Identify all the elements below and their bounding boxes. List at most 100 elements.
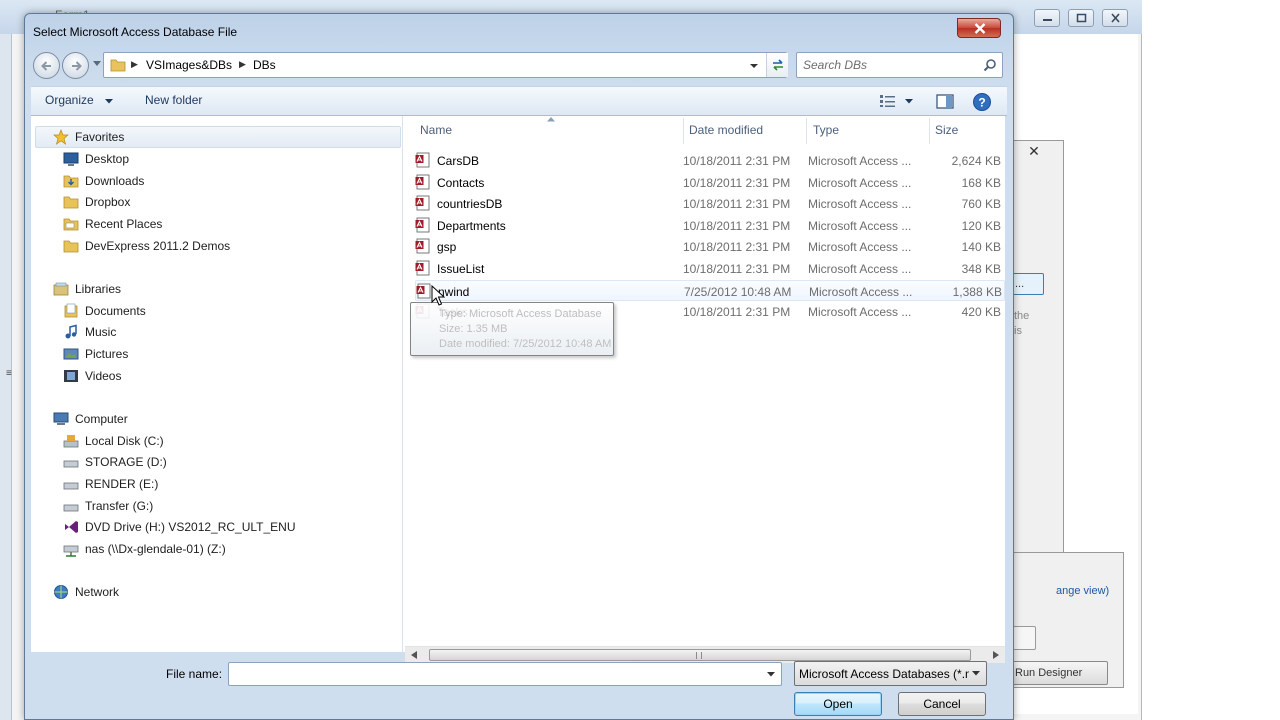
breadcrumb-separator-icon[interactable]: ▶ — [131, 59, 138, 70]
nav-item-label: Documents — [85, 304, 146, 318]
popup-browse-button[interactable]: ... — [1010, 273, 1044, 295]
preview-pane-icon[interactable] — [936, 94, 954, 109]
search-icon[interactable] — [983, 58, 997, 72]
file-date: 10/18/2011 2:31 PM — [683, 218, 791, 233]
file-type: Microsoft Access ... — [808, 305, 912, 320]
chevron-down-icon[interactable] — [767, 672, 775, 677]
address-dropdown-icon[interactable] — [746, 57, 762, 73]
run-designer-button[interactable]: Run Designer — [1008, 661, 1108, 685]
nav-item-label: Recent Places — [85, 217, 163, 231]
tooltip-date: Date modified: 7/25/2012 10:48 AM — [439, 338, 612, 350]
forward-button[interactable] — [62, 52, 89, 79]
file-info-tooltip: Type: Microsoft Access Database Size: 1.… — [410, 302, 614, 356]
splitter-grip-icon[interactable]: ≡ — [6, 368, 12, 379]
breadcrumb-item[interactable]: DBs — [253, 58, 276, 72]
access-database-icon-wrapper — [415, 260, 431, 279]
breadcrumb-separator-icon[interactable]: ▶ — [239, 59, 246, 70]
maximize-button[interactable] — [1068, 9, 1094, 27]
chevron-down-icon[interactable] — [972, 671, 980, 676]
column-divider[interactable] — [806, 118, 807, 144]
change-view-icon[interactable] — [879, 94, 897, 108]
file-list-pane: Name Date modified Type Size CarsDB 10/18… — [405, 116, 1005, 652]
access-database-icon-wrapper — [415, 217, 431, 236]
nav-item-label: Videos — [85, 369, 122, 383]
dialog-content: Favorites Desktop Downloads Dropbox Rece… — [31, 116, 1005, 663]
scrollbar-thumb[interactable] — [429, 649, 971, 661]
refresh-icon — [773, 59, 783, 71]
scroll-left-icon[interactable] — [411, 651, 417, 659]
back-button[interactable] — [33, 52, 60, 79]
column-header-name[interactable]: Name — [420, 123, 452, 137]
column-header-date[interactable]: Date modified — [689, 123, 763, 137]
svg-text:?: ? — [978, 96, 985, 110]
file-type: Microsoft Access ... — [808, 240, 912, 255]
hard-drive-icon — [63, 460, 79, 468]
change-view-link[interactable]: ange view) — [1056, 585, 1109, 597]
file-row[interactable]: Departments 10/18/2011 2:31 PM Microsoft A… — [415, 215, 1005, 236]
file-row[interactable]: CarsDB 10/18/2011 2:31 PM Microsoft Access… — [415, 150, 1005, 171]
open-button[interactable]: Open — [794, 692, 882, 716]
documents-icon — [64, 303, 78, 318]
access-database-icon-wrapper — [415, 174, 431, 193]
star-icon — [53, 129, 69, 145]
nav-favorites-label: Favorites — [75, 130, 125, 144]
search-input[interactable] — [803, 57, 973, 73]
file-type-filter-value: Microsoft Access Databases (*.mdb) — [799, 667, 969, 681]
background-close-button[interactable] — [1102, 9, 1128, 27]
column-header-size[interactable]: Size — [935, 123, 958, 137]
mouse-cursor-icon — [431, 285, 445, 306]
column-divider[interactable] — [683, 118, 684, 144]
file-type: Microsoft Access ... — [808, 175, 912, 190]
folder-icon — [110, 59, 126, 72]
popup-close-icon[interactable]: ✕ — [1020, 143, 1048, 159]
recent-locations-chevron-icon[interactable] — [93, 61, 101, 67]
nav-item-label: Downloads — [85, 174, 145, 188]
file-row[interactable]: IssueList 10/18/2011 2:31 PM Microsoft Acc… — [415, 258, 1005, 279]
file-size: 1,388 KB — [952, 284, 1002, 299]
file-size: 2,624 KB — [951, 154, 1001, 168]
address-bar[interactable]: ▶ VSImages&DBs ▶ DBs — [103, 52, 788, 78]
computer-icon — [53, 412, 69, 425]
new-folder-button[interactable]: New folder — [145, 93, 202, 107]
organize-button[interactable]: Organize — [45, 93, 94, 107]
file-type: Microsoft Access ... — [808, 197, 912, 212]
minimize-icon — [1043, 19, 1052, 21]
file-type-filter[interactable]: Microsoft Access Databases (*.mdb) — [794, 661, 987, 686]
file-size: 760 KB — [961, 197, 1001, 212]
nav-item-label: nas (\\Dx-glendale-01) (Z:) — [85, 542, 226, 556]
tooltip-type: Type: Microsoft Access Database — [439, 308, 602, 320]
nav-item-label: Dropbox — [85, 195, 131, 209]
nav-item-label: DVD Drive (H:) VS2012_RC_ULT_ENU — [85, 520, 296, 534]
access-database-icon-wrapper — [415, 195, 431, 214]
refresh-button[interactable] — [766, 53, 788, 77]
file-type: Microsoft Access ... — [808, 154, 912, 168]
nav-item-label: DevExpress 2011.2 Demos — [85, 239, 231, 253]
file-name-combobox[interactable] — [228, 662, 782, 686]
file-name-input[interactable] — [233, 666, 753, 682]
search-box[interactable] — [796, 52, 1003, 78]
access-database-icon — [415, 152, 430, 168]
help-icon[interactable]: ? — [972, 92, 992, 112]
dialog-close-button[interactable] — [957, 18, 1001, 38]
downloads-folder-icon — [63, 175, 79, 188]
libraries-icon — [53, 282, 69, 296]
file-size: 348 KB — [961, 262, 1001, 276]
access-database-icon — [415, 195, 430, 211]
file-row[interactable]: Contacts 10/18/2011 2:31 PM Microsoft Acce… — [415, 172, 1005, 193]
scroll-right-icon[interactable] — [993, 651, 999, 659]
access-database-icon — [415, 238, 430, 254]
breadcrumb-item[interactable]: VSImages&DBs — [146, 58, 232, 72]
hard-drive-icon — [63, 482, 79, 490]
column-divider[interactable] — [929, 118, 930, 144]
popup-text-line2: is — [1014, 325, 1022, 337]
chevron-down-icon[interactable] — [105, 99, 113, 104]
pictures-icon — [63, 348, 79, 360]
recent-places-icon — [63, 218, 79, 231]
column-header-type[interactable]: Type — [813, 123, 839, 137]
file-row[interactable]: nwind 7/25/2012 10:48 AM Microsoft Access … — [415, 279, 1005, 301]
view-options-chevron-icon[interactable] — [905, 99, 913, 104]
minimize-button[interactable] — [1034, 9, 1060, 27]
file-row[interactable]: countriesDB 10/18/2011 2:31 PM Microsoft A… — [415, 193, 1005, 214]
file-row[interactable]: gsp 10/18/2011 2:31 PM Microsoft Access ..… — [415, 236, 1005, 257]
cancel-button[interactable]: Cancel — [898, 692, 986, 716]
